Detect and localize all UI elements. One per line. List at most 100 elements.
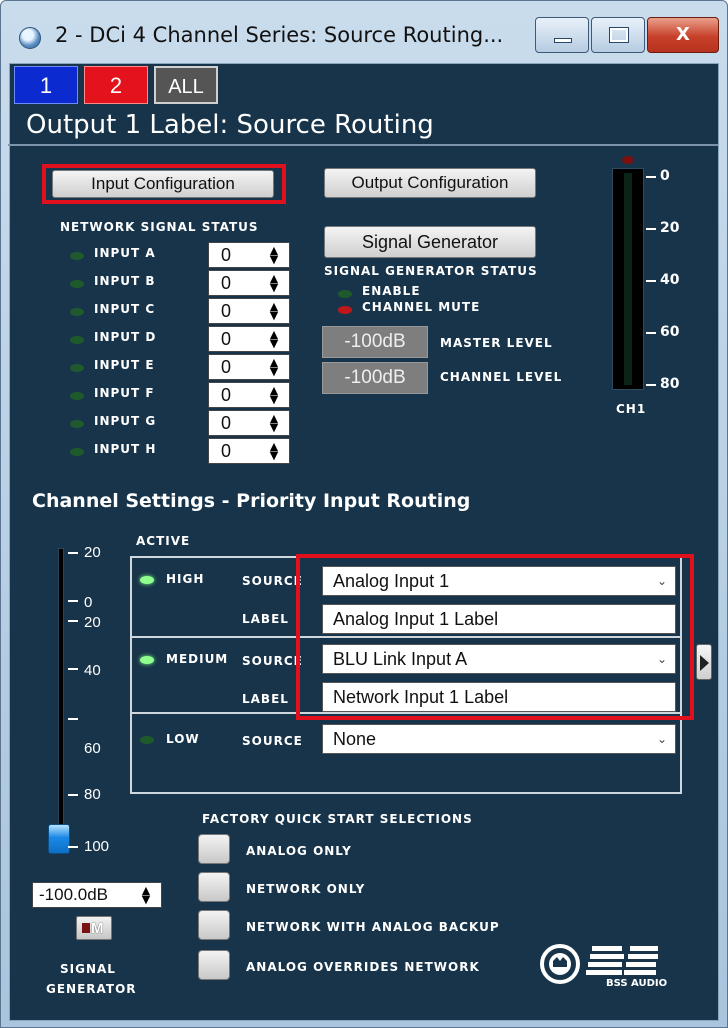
- slider-tick: [68, 846, 78, 848]
- source-label: SOURCE: [242, 654, 303, 668]
- input-a-label: INPUT A: [94, 246, 156, 260]
- highlight-box: [42, 164, 286, 204]
- enable-led: [338, 290, 352, 298]
- input-f-stepper[interactable]: 0 ▲ ▼: [208, 382, 290, 408]
- channel-mute-led: [338, 306, 352, 314]
- input-d-stepper[interactable]: 0 ▲ ▼: [208, 326, 290, 352]
- analog-only-label: ANALOG ONLY: [246, 844, 352, 858]
- input-d-led: [70, 336, 84, 344]
- output-configuration-button[interactable]: Output Configuration: [324, 168, 536, 198]
- input-g-value: 0: [221, 413, 232, 433]
- meter-tick: [646, 332, 656, 334]
- source-label: SOURCE: [242, 574, 303, 588]
- mute-button[interactable]: M: [76, 916, 112, 940]
- signal-generator-level-stepper[interactable]: -100.0dB ▲ ▼: [32, 882, 162, 908]
- input-a-value: 0: [221, 245, 232, 265]
- logo-text: BSS AUDIO: [606, 978, 668, 989]
- tab-all[interactable]: ALL: [154, 66, 218, 104]
- input-g-label: INPUT G: [94, 414, 157, 428]
- expand-panel-button[interactable]: [696, 644, 712, 680]
- meter-channel-label: CH1: [616, 402, 647, 416]
- network-with-analog-backup-button[interactable]: [198, 910, 230, 940]
- ch1-level-meter: [612, 168, 644, 390]
- label-label: LABEL: [242, 612, 289, 626]
- spin-arrows-icon[interactable]: ▲ ▼: [263, 357, 285, 377]
- slider-scale-label: 20: [84, 544, 101, 561]
- spin-arrows-icon[interactable]: ▲ ▼: [263, 441, 285, 461]
- spin-arrows-icon[interactable]: ▲ ▼: [263, 385, 285, 405]
- high-active-led: [140, 576, 154, 584]
- minimize-icon: [554, 38, 572, 43]
- title-divider: [8, 144, 718, 146]
- slider-scale-label: 40: [84, 662, 101, 679]
- input-e-stepper[interactable]: 0 ▲ ▼: [208, 354, 290, 380]
- slider-scale-label: 20: [84, 614, 101, 631]
- medium-active-led: [140, 656, 154, 664]
- maximize-button[interactable]: [591, 17, 645, 53]
- meter-scale-label: 40: [660, 272, 680, 288]
- channel-mute-label: CHANNEL MUTE: [362, 300, 481, 314]
- meter-tick: [646, 176, 656, 178]
- input-b-stepper[interactable]: 0 ▲ ▼: [208, 270, 290, 296]
- slider-tick: [68, 668, 78, 670]
- spin-arrows-icon[interactable]: ▲ ▼: [263, 273, 285, 293]
- app-window: 2 - DCi 4 Channel Series: Source Routing…: [0, 0, 728, 1028]
- slider-tick: [68, 600, 78, 602]
- medium-priority-label: MEDIUM: [166, 652, 229, 666]
- low-active-led: [140, 736, 154, 744]
- slider-scale-label: 60: [84, 740, 101, 757]
- tab-channel-1[interactable]: 1: [14, 66, 78, 104]
- input-g-stepper[interactable]: 0 ▲ ▼: [208, 410, 290, 436]
- slider-tick: [68, 794, 78, 796]
- slider-tick: [68, 620, 78, 622]
- meter-scale-label: 60: [660, 324, 680, 340]
- spin-arrows-icon[interactable]: ▲ ▼: [263, 413, 285, 433]
- analog-overrides-network-label: ANALOG OVERRIDES NETWORK: [246, 960, 480, 974]
- input-h-label: INPUT H: [94, 442, 157, 456]
- input-h-stepper[interactable]: 0 ▲ ▼: [208, 438, 290, 464]
- close-button[interactable]: X: [647, 17, 719, 53]
- input-c-value: 0: [221, 301, 232, 321]
- spin-arrows-icon[interactable]: ▲ ▼: [263, 301, 285, 321]
- spin-arrows-icon[interactable]: ▲ ▼: [263, 245, 285, 265]
- slider-scale-label: 100: [84, 838, 110, 855]
- meter-scale-label: 80: [660, 376, 680, 392]
- tab-channel-2[interactable]: 2: [84, 66, 148, 104]
- signal-generator-button[interactable]: Signal Generator: [324, 226, 536, 258]
- meter-scale-label: 0: [660, 168, 670, 184]
- input-h-led: [70, 448, 84, 456]
- maximize-icon: [609, 27, 629, 43]
- minimize-button[interactable]: [535, 17, 589, 53]
- meter-tick: [646, 280, 656, 282]
- spin-arrows-icon[interactable]: ▲ ▼: [263, 329, 285, 349]
- signal-generator-slider-track[interactable]: [58, 548, 64, 854]
- low-source-select[interactable]: None ⌄: [322, 724, 676, 754]
- meter-tick: [646, 384, 656, 386]
- factory-quick-start-heading: FACTORY QUICK START SELECTIONS: [202, 812, 473, 826]
- meter-tick: [646, 228, 656, 230]
- signal-generator-caption-2: GENERATOR: [46, 982, 137, 996]
- network-only-label: NETWORK ONLY: [246, 882, 366, 896]
- low-source-value: None: [333, 729, 377, 749]
- highlight-box: [296, 554, 694, 720]
- input-c-stepper[interactable]: 0 ▲ ▼: [208, 298, 290, 324]
- low-priority-label: LOW: [166, 732, 200, 746]
- signal-generator-status-heading: SIGNAL GENERATOR STATUS: [324, 264, 538, 278]
- signal-generator-caption: SIGNAL: [60, 962, 116, 976]
- input-a-led: [70, 252, 84, 260]
- source-label: SOURCE: [242, 734, 303, 748]
- input-a-stepper[interactable]: 0 ▲ ▼: [208, 242, 290, 268]
- slider-tick: [68, 552, 78, 554]
- meter-track: [624, 173, 632, 385]
- spin-arrows-icon[interactable]: ▲ ▼: [135, 885, 157, 905]
- signal-generator-slider-thumb[interactable]: [48, 824, 70, 854]
- app-icon[interactable]: [19, 27, 41, 49]
- title-bar[interactable]: 2 - DCi 4 Channel Series: Source Routing…: [1, 1, 727, 63]
- analog-only-button[interactable]: [198, 834, 230, 864]
- channel-settings-heading: Channel Settings - Priority Input Routin…: [32, 490, 471, 512]
- slider-tick: [68, 718, 78, 720]
- analog-overrides-network-button[interactable]: [198, 950, 230, 980]
- input-f-led: [70, 392, 84, 400]
- high-priority-label: HIGH: [166, 572, 205, 586]
- network-only-button[interactable]: [198, 872, 230, 902]
